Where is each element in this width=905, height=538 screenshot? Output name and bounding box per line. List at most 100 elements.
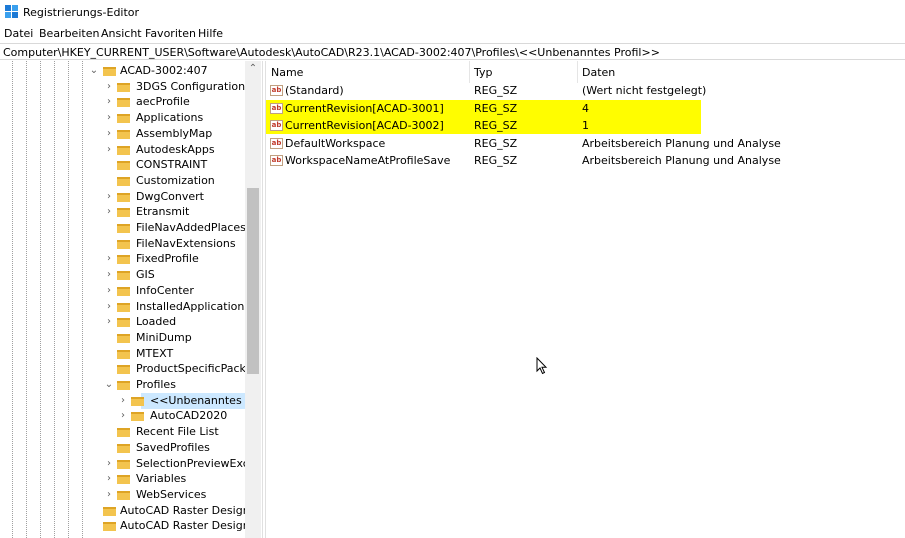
chevron-icon[interactable]: › <box>104 142 114 158</box>
chevron-icon[interactable]: › <box>104 471 114 487</box>
chevron-icon[interactable]: › <box>104 251 114 267</box>
column-separator[interactable] <box>469 61 470 83</box>
chevron-icon[interactable]: › <box>104 94 114 110</box>
tree-item-label: FixedProfile <box>136 252 199 266</box>
tree-item-label: Profiles <box>136 378 176 391</box>
tree-item-label: AutoCAD2020 <box>150 409 228 423</box>
scroll-up-icon[interactable]: ⌃ <box>245 62 261 76</box>
chevron-icon[interactable]: › <box>104 487 114 503</box>
tree-item[interactable]: › Applications <box>0 110 261 126</box>
registry-value-row[interactable]: ab CurrentRevision[ACAD-3002] REG_SZ 1 <box>266 117 905 134</box>
tree-item[interactable]: › Loaded <box>0 314 261 330</box>
string-value-icon: ab <box>270 120 283 131</box>
tree-item[interactable]: MTEXT <box>0 346 261 362</box>
tree-item[interactable]: › AutoCAD2020 <box>0 408 261 424</box>
value-data: Arbeitsbereich Planung und Analyse <box>582 136 781 150</box>
tree-item-label: 3DGS Configuration <box>136 79 246 93</box>
tree-item[interactable]: CONSTRAINT <box>0 157 261 173</box>
value-data: (Wert nicht festgelegt) <box>582 84 707 97</box>
tree-item[interactable]: › AssemblyMap <box>0 126 261 142</box>
string-value-icon: ab <box>270 85 283 96</box>
tree-item[interactable]: FileNavAddedPlaces <box>0 220 261 236</box>
registry-value-row[interactable]: ab (Standard) REG_SZ (Wert nicht festgelegt… <box>266 82 905 99</box>
chevron-icon[interactable] <box>104 236 114 252</box>
value-data: Arbeitsbereich Planung und Analyse <box>582 154 781 167</box>
chevron-icon[interactable]: ⌄ <box>104 377 114 393</box>
tree-item[interactable]: Recent File List <box>0 424 261 440</box>
chevron-icon[interactable]: › <box>104 456 114 472</box>
tree-item[interactable]: › DwgConvert <box>0 189 261 205</box>
tree-scrollbar-thumb[interactable] <box>247 188 259 374</box>
tree-item[interactable]: › SelectionPreviewExclusi <box>0 456 261 472</box>
tree-item[interactable]: › 3DGS Configuration <box>0 79 261 95</box>
chevron-down-icon[interactable]: ⌄ <box>89 63 99 79</box>
tree-item-label: AutoCAD Raster Design 20 <box>120 503 261 517</box>
chevron-icon[interactable] <box>104 346 114 362</box>
value-type: REG_SZ <box>474 84 518 97</box>
tree-item[interactable]: › InstalledApplications <box>0 299 261 315</box>
menu-ansicht[interactable]: Ansicht <box>101 27 142 40</box>
chevron-icon[interactable] <box>104 361 114 377</box>
chevron-icon[interactable] <box>104 330 114 346</box>
registry-value-row[interactable]: ab DefaultWorkspace REG_SZ Arbeitsbereich P… <box>266 135 905 152</box>
folder-icon <box>117 145 130 155</box>
tree-item[interactable]: › InfoCenter <box>0 283 261 299</box>
chevron-icon[interactable]: › <box>104 283 114 299</box>
tree-item[interactable]: › GIS <box>0 267 261 283</box>
chevron-icon[interactable]: › <box>104 189 114 205</box>
chevron-icon[interactable]: › <box>118 393 128 409</box>
tree-item[interactable]: › aecProfile <box>0 94 261 110</box>
tree-item[interactable]: › AutodeskApps <box>0 142 261 158</box>
folder-icon <box>103 67 116 76</box>
menu-bearbeiten[interactable]: Bearbeiten <box>39 27 99 40</box>
chevron-icon[interactable]: › <box>104 314 114 330</box>
tree-item[interactable]: › Variables <box>0 471 261 487</box>
chevron-icon[interactable] <box>104 220 114 236</box>
column-header-data[interactable]: Daten <box>582 66 615 79</box>
chevron-icon[interactable] <box>104 440 114 456</box>
tree-item-root[interactable]: ⌄ ACAD-3002:407 <box>0 63 261 79</box>
registry-value-row[interactable]: ab WorkspaceNameAtProfileSave REG_SZ Arbeit… <box>266 152 905 169</box>
menu-datei[interactable]: Datei <box>4 27 33 40</box>
tree-item[interactable]: › <<Unbenanntes Prof <box>0 392 261 409</box>
chevron-icon[interactable] <box>104 173 114 189</box>
menu-favoriten[interactable]: Favoriten <box>145 27 196 40</box>
folder-icon <box>117 82 130 92</box>
tree-item[interactable]: › FixedProfile <box>0 251 261 267</box>
address-path[interactable]: Computer\HKEY_CURRENT_USER\Software\Auto… <box>3 46 660 59</box>
column-header-type[interactable]: Typ <box>474 66 493 79</box>
tree-item[interactable]: ProductSpecificPack <box>0 361 261 377</box>
chevron-icon[interactable]: › <box>104 126 114 142</box>
tree-item[interactable]: FileNavExtensions <box>0 236 261 252</box>
key-tree[interactable]: ⌄ ACAD-3002:407 › 3DGS Configuration › aecPro… <box>0 61 261 538</box>
menu-hilfe[interactable]: Hilfe <box>198 27 223 40</box>
chevron-icon[interactable] <box>104 424 114 440</box>
chevron-icon[interactable]: › <box>104 204 114 220</box>
chevron-icon[interactable] <box>104 157 114 173</box>
registry-value-row[interactable]: ab CurrentRevision[ACAD-3001] REG_SZ 4 <box>266 100 905 117</box>
column-separator[interactable] <box>577 61 578 83</box>
tree-item-label: AssemblyMap <box>136 126 213 140</box>
value-data: 4 <box>582 101 589 115</box>
chevron-icon[interactable]: › <box>118 408 128 424</box>
tree-item[interactable]: › WebServices <box>0 487 261 503</box>
folder-icon <box>117 239 130 249</box>
tree-item[interactable]: MiniDump <box>0 330 261 346</box>
value-name: WorkspaceNameAtProfileSave <box>285 154 451 167</box>
column-header-name[interactable]: Name <box>271 66 303 79</box>
tree-item[interactable]: AutoCAD Raster Design 20 <box>0 518 261 534</box>
chevron-icon[interactable]: › <box>104 267 114 283</box>
folder-icon <box>117 318 130 328</box>
tree-item[interactable]: ⌄ Profiles <box>0 377 261 393</box>
folder-icon <box>117 349 130 359</box>
tree-item-label: InstalledApplications <box>136 299 251 313</box>
chevron-icon[interactable]: › <box>104 299 114 315</box>
tree-item[interactable]: › Etransmit <box>0 204 261 220</box>
tree-item[interactable]: SavedProfiles <box>0 440 261 456</box>
tree-item[interactable]: Customization <box>0 173 261 189</box>
tree-item[interactable]: AutoCAD Raster Design 20 <box>0 503 261 519</box>
address-bar[interactable]: Computer\HKEY_CURRENT_USER\Software\Auto… <box>0 43 905 60</box>
tree-item-label: Applications <box>136 111 204 125</box>
chevron-icon[interactable]: › <box>104 79 114 95</box>
chevron-icon[interactable]: › <box>104 110 114 126</box>
